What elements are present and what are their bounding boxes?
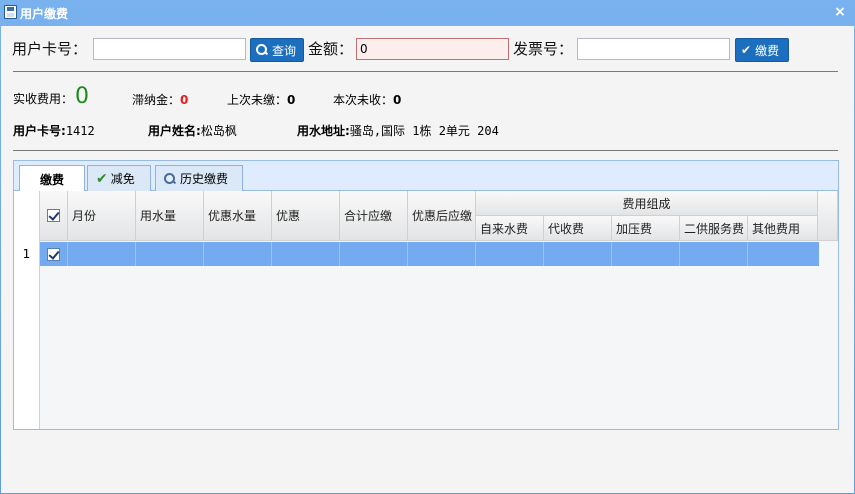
column-header-other-fee[interactable]: 其他费用 <box>748 216 818 241</box>
last-unpaid-label: 上次未缴： <box>227 93 288 107</box>
column-header-secondary-supply-fee[interactable]: 二供服务费 <box>680 216 748 241</box>
user-card-label: 用户卡号: <box>13 124 66 138</box>
received-fee-label: 实收费用： <box>13 92 74 106</box>
last-unpaid: 上次未缴：0 <box>227 91 295 108</box>
column-header-total-due[interactable]: 合计应缴 <box>340 191 408 241</box>
pay-button[interactable]: ✔ 缴费 <box>735 38 789 62</box>
late-fee-value: 0 <box>180 93 189 107</box>
pay-button-label: 缴费 <box>755 43 780 58</box>
column-header-tap-water-fee[interactable]: 自来水费 <box>476 216 544 241</box>
column-header-discount-water[interactable]: 优惠水量 <box>204 191 272 241</box>
row-select-cell <box>40 242 68 266</box>
invoice-number-input[interactable] <box>577 38 730 60</box>
cell-water-usage[interactable] <box>136 242 204 266</box>
tab-panel: 缴费 ✔ 减免 历史缴费 月份 用水量 优惠水量 优惠 合计应缴 优惠后应缴 费… <box>13 160 839 430</box>
amount-input[interactable] <box>356 38 509 60</box>
card-number-label: 用户卡号： <box>12 40 88 58</box>
cell-month[interactable] <box>68 242 136 266</box>
received-fee-value: 0 <box>75 84 90 109</box>
cell-secondary-supply-fee[interactable] <box>680 242 748 266</box>
cell-other-fee[interactable] <box>748 242 819 266</box>
user-address-label: 用水地址: <box>297 124 350 138</box>
user-name-info: 用户姓名:松岛枫 <box>148 122 237 139</box>
save-icon <box>4 5 17 19</box>
amount-label: 金额： <box>308 40 354 58</box>
select-all-checkbox[interactable] <box>47 209 60 222</box>
user-name-value: 松岛枫 <box>200 124 237 138</box>
divider-middle <box>13 150 838 151</box>
tab-waiver-label: 减免 <box>110 172 135 186</box>
column-header-water-usage[interactable]: 用水量 <box>136 191 204 241</box>
row-checkbox[interactable] <box>47 247 60 261</box>
tab-waiver[interactable]: ✔ 减免 <box>87 165 151 191</box>
select-all-header <box>40 191 68 241</box>
row-number-column <box>14 191 40 429</box>
cell-pressurization-fee[interactable] <box>612 242 680 266</box>
divider-top <box>13 71 838 72</box>
title-bar: 用户缴费 × <box>0 0 855 26</box>
column-header-pressurization-fee[interactable]: 加压费 <box>612 216 680 241</box>
payment-window: 用户缴费 × 用户卡号： 查询 金额： 发票号： ✔ 缴费 实收费用： 0 滞 <box>0 0 855 494</box>
late-fee: 滞纳金：0 <box>132 91 188 108</box>
late-fee-label: 滞纳金： <box>132 93 181 107</box>
cell-discount-water[interactable] <box>204 242 272 266</box>
payment-grid: 月份 用水量 优惠水量 优惠 合计应缴 优惠后应缴 费用组成 自来水费 代收费 … <box>14 191 838 429</box>
column-header-month[interactable]: 月份 <box>68 191 136 241</box>
this-unpaid-value: 0 <box>393 93 402 107</box>
cell-collection-fee[interactable] <box>544 242 612 266</box>
user-address-value: 骚岛,国际 1栋 2单元 204 <box>349 124 499 138</box>
tab-history-label: 历史缴费 <box>180 172 229 186</box>
search-button-label: 查询 <box>272 43 297 58</box>
tab-payment-label: 缴费 <box>39 172 64 187</box>
tab-history[interactable]: 历史缴费 <box>155 165 243 191</box>
search-button[interactable]: 查询 <box>250 38 304 62</box>
invoice-number-label: 发票号： <box>513 40 574 58</box>
table-row[interactable] <box>40 242 819 266</box>
column-header-collection-fee[interactable]: 代收费 <box>544 216 612 241</box>
user-name-label: 用户姓名: <box>148 124 201 138</box>
search-row: 用户卡号： 查询 金额： 发票号： ✔ 缴费 <box>1 26 854 70</box>
close-button[interactable]: × <box>833 4 847 20</box>
user-address-info: 用水地址:骚岛,国际 1栋 2单元 204 <box>297 122 499 139</box>
search-icon <box>256 44 268 56</box>
user-card-info: 用户卡号:1412 <box>13 122 95 139</box>
window-title: 用户缴费 <box>20 7 69 21</box>
column-header-due-after-discount[interactable]: 优惠后应缴 <box>408 191 476 241</box>
column-group-fee-composition: 费用组成 <box>476 191 818 216</box>
check-icon: ✔ <box>96 170 108 187</box>
tab-strip: 缴费 ✔ 减免 历史缴费 <box>14 161 838 192</box>
tab-payment[interactable]: 缴费 <box>19 165 85 192</box>
column-header-discount[interactable]: 优惠 <box>272 191 340 241</box>
card-number-input[interactable] <box>93 38 246 60</box>
last-unpaid-value: 0 <box>287 93 296 107</box>
this-unpaid: 本次未收：0 <box>333 91 401 108</box>
cell-total-due[interactable] <box>340 242 408 266</box>
window-content: 用户卡号： 查询 金额： 发票号： ✔ 缴费 实收费用： 0 滞纳金：0 上次未… <box>1 26 854 493</box>
row-number: 1 <box>14 242 40 266</box>
cell-discount[interactable] <box>272 242 340 266</box>
cell-tap-water-fee[interactable] <box>476 242 544 266</box>
cell-due-after-discount[interactable] <box>408 242 476 266</box>
search-icon <box>164 172 176 185</box>
this-unpaid-label: 本次未收： <box>333 93 394 107</box>
column-header-filler <box>818 191 838 241</box>
user-card-value: 1412 <box>65 124 95 138</box>
received-fee: 实收费用： 0 <box>13 84 89 109</box>
check-icon: ✔ <box>741 43 752 57</box>
